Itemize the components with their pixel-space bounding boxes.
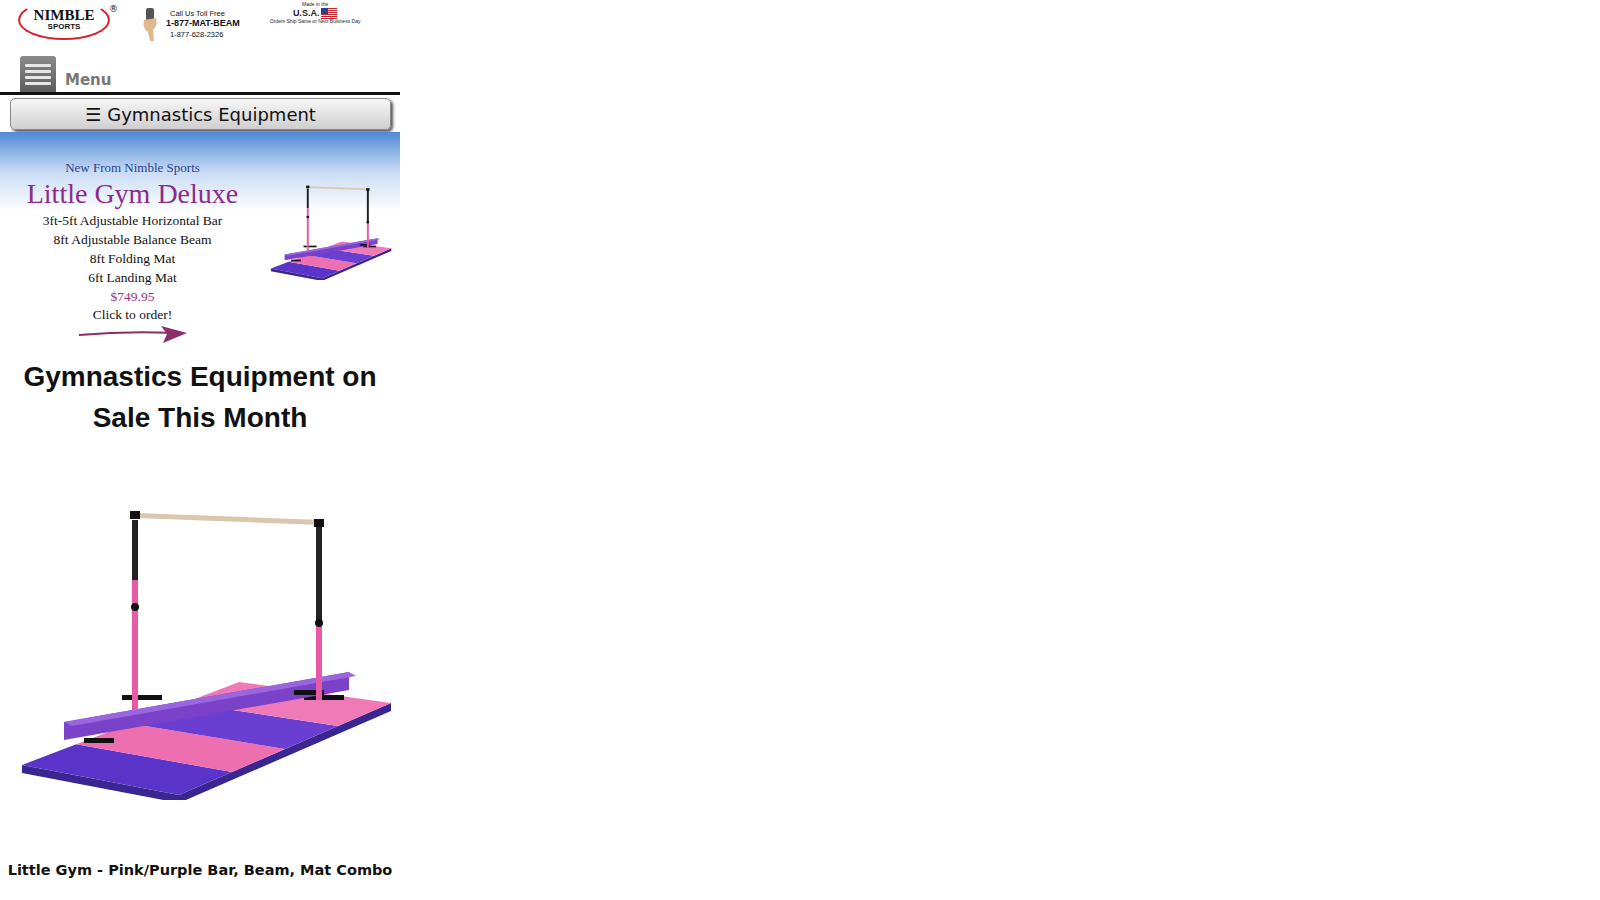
product-name: Little Gym - Pink/Purple Bar, Beam, Mat … (8, 862, 393, 878)
banner-feature: 8ft Adjustable Balance Beam (54, 231, 212, 250)
badge-pre: Made in the (302, 2, 328, 8)
phone-number: 1-877-628-2326 (166, 30, 240, 39)
page-heading: Gymnastics Equipment on Sale This Month (8, 357, 392, 438)
banner-feature: 8ft Folding Mat (90, 250, 176, 269)
product-card[interactable]: Little Gym - Pink/Purple Bar, Beam, Mat … (0, 438, 400, 878)
usa-badge: Made in theU.S.A.Orders Ship Same or Nex… (270, 0, 361, 24)
badge-row: U.S.A. (293, 8, 338, 19)
badge-note: Orders Ship Same or Next Business Day (270, 19, 361, 25)
category-label: Gymnastics Equipment (107, 104, 316, 125)
menu-line-icon (25, 82, 51, 85)
banner-cta: Click to order! (93, 307, 172, 323)
menu-line-icon (25, 64, 51, 67)
logo[interactable]: NIMBLESPORTS® (18, 0, 110, 40)
banner-price: $749.95 (111, 288, 155, 307)
phone-hand-icon (140, 6, 162, 42)
badge-title: U.S.A. (293, 9, 320, 18)
flag-icon (321, 8, 337, 19)
banner-art (265, 160, 394, 280)
product-illustration (4, 500, 396, 800)
menu-line-icon (25, 70, 51, 73)
logo-sub: SPORTS (48, 23, 81, 32)
menu-button[interactable] (20, 56, 56, 92)
banner-text: New From Nimble SportsLittle Gym Deluxe3… (0, 160, 265, 345)
logo-name: NIMBLE (34, 8, 95, 23)
header: NIMBLESPORTS®Call Us Toll Free1-877-MAT-… (0, 0, 400, 48)
banner-product-image (265, 182, 393, 280)
logo-mark: ® (109, 4, 118, 14)
phone-text: Call Us Toll Free1-877-MAT-BEAM1-877-628… (166, 9, 240, 39)
menu-bar: Menu (0, 48, 400, 95)
banner-feature: 3ft-5ft Adjustable Horizontal Bar (43, 212, 223, 231)
menu-label[interactable]: Menu (65, 71, 111, 92)
promo-banner[interactable]: New From Nimble SportsLittle Gym Deluxe3… (0, 132, 400, 351)
banner-kicker: New From Nimble Sports (65, 160, 200, 177)
product-image (4, 500, 396, 800)
menu-line-icon (25, 76, 51, 79)
phone-vanity: 1-877-MAT-BEAM (166, 18, 240, 29)
category-button[interactable]: ☰ Gymnastics Equipment (10, 98, 391, 130)
banner-title: Little Gym Deluxe (27, 177, 239, 211)
page: NIMBLESPORTS®Call Us Toll Free1-877-MAT-… (0, 0, 400, 878)
banner-feature: 6ft Landing Mat (88, 269, 176, 288)
phone-contact[interactable]: Call Us Toll Free1-877-MAT-BEAM1-877-628… (140, 0, 240, 42)
phone-label: Call Us Toll Free (166, 9, 240, 18)
hamburger-icon: ☰ (85, 104, 101, 125)
arrow-icon (77, 323, 189, 345)
